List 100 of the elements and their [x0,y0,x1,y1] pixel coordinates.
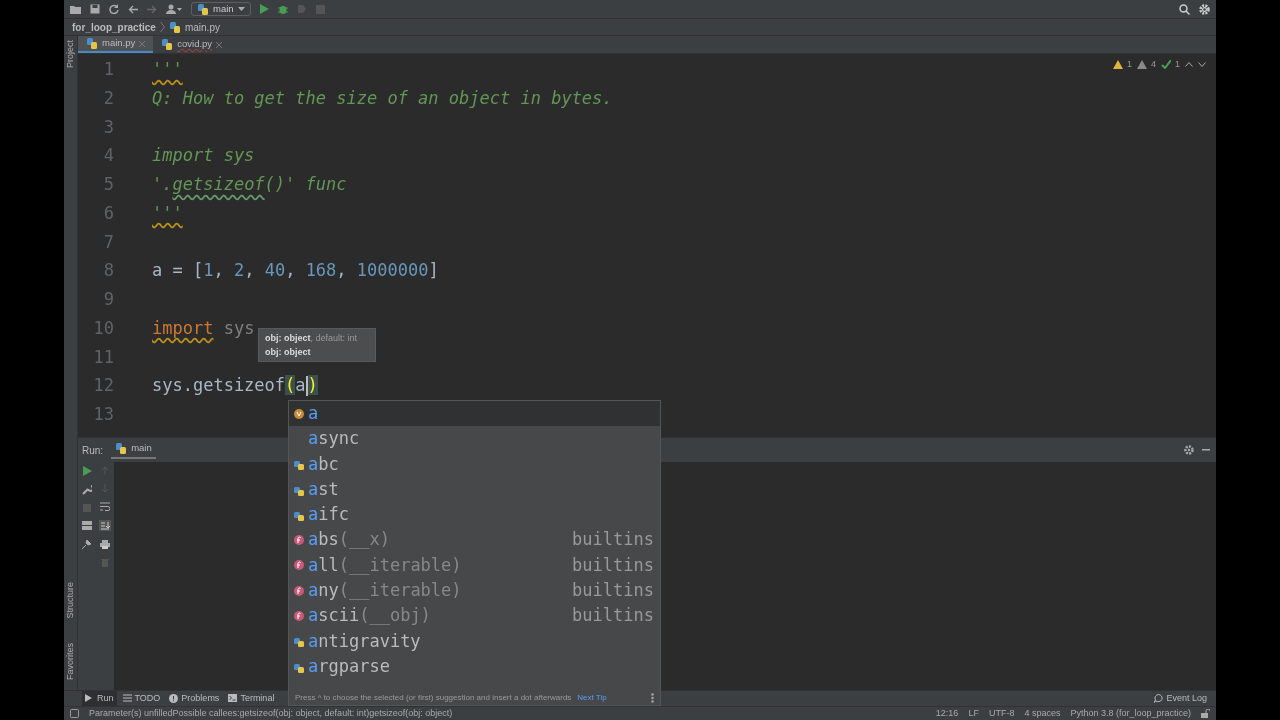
close-icon[interactable] [216,41,223,48]
python-file-icon [168,20,181,34]
folder-icon[interactable] [70,4,81,14]
completion-label: antigravity [308,629,421,653]
settings-icon[interactable] [1184,445,1194,455]
status-item[interactable]: UTF-8 [988,706,1015,720]
completion-item[interactable]: ascii(__obj) builtins [289,603,660,629]
bug-icon[interactable] [277,4,288,14]
line-number: 10 [92,316,115,340]
save-icon[interactable] [90,4,100,14]
inspection-counter[interactable]: 1 [1161,58,1180,72]
completion-label: all(__iterable) [308,553,462,577]
settings-icon[interactable] [1199,3,1210,15]
line-number: 13 [92,403,115,426]
completion-label: async [308,427,360,451]
completion-label: ast [308,477,339,501]
line-number: 2 [102,86,115,110]
back-arrow-icon[interactable] [128,4,138,14]
completion-item[interactable]: abs(__x) builtins [289,527,660,553]
next-tip-link[interactable]: Next Tip [577,692,607,704]
completion-label: any(__iterable) [308,579,462,602]
user-dropdown-icon[interactable] [166,4,182,14]
breadcrumb-item[interactable]: main.py [184,19,220,35]
up-chevron-icon[interactable] [1185,62,1193,68]
file-tab[interactable]: main.py [78,36,154,53]
status-item[interactable]: 4 spaces [1024,706,1061,720]
tool-tab[interactable]: Problems [166,690,223,707]
code-line: import sys [152,317,255,338]
completion-item[interactable]: any(__iterable) builtins [289,578,660,604]
completion-source: builtins [572,553,654,577]
tool-tab[interactable]: TODO [119,690,164,707]
line-number: 1 [102,58,115,81]
function-icon [292,559,306,572]
completion-item[interactable]: ast [289,476,660,503]
variable-icon [292,407,306,420]
print-icon[interactable] [100,540,110,549]
completion-item[interactable]: all(__iterable) builtins [289,552,660,579]
function-icon [292,534,306,547]
run-icon[interactable] [259,4,269,14]
inspection-counter[interactable]: 1 [1112,58,1132,72]
completion-label: ascii(__obj) [308,604,431,628]
package-icon [292,458,306,471]
warning-icon [1136,60,1147,70]
tool-tab[interactable]: Run [82,690,117,707]
completion-source: builtins [572,579,654,602]
exclamation-icon [169,694,179,703]
python-file-icon [161,38,174,51]
file-tab[interactable]: covid.py [153,36,231,53]
tool-window-tab[interactable]: Favorites [63,643,78,680]
completion-source: builtins [572,604,654,628]
code-line: sys.getsizeof(a) [152,375,318,396]
line-number: 4 [102,144,115,168]
run-config-tab[interactable]: main [111,441,156,459]
tool-window-tab[interactable]: Project [63,40,78,68]
panel-toggle-icon[interactable] [70,709,79,718]
list-icon [122,694,132,703]
python-file-icon [86,37,98,50]
more-icon[interactable] [651,693,654,703]
function-icon [292,584,306,597]
tool-tab[interactable]: Terminal [225,690,278,707]
run-config-dropdown[interactable]: main [191,2,251,16]
breadcrumb-item[interactable]: for_loop_practice [72,19,156,35]
layout-icon[interactable] [82,521,92,530]
search-icon[interactable] [1179,3,1190,15]
completion-item[interactable]: a rgparse [289,653,660,680]
status-item[interactable]: Python 3.8 (for_loop_practice) [1070,706,1191,720]
python-icon [197,2,209,16]
scroll-to-end-icon[interactable] [99,520,111,531]
code-line: ''' [152,59,183,79]
play-icon [85,694,94,703]
status-item[interactable]: 12:16 [935,706,959,720]
completion-label: abs(__x) [308,528,390,552]
line-number: 12 [92,374,115,398]
lock-icon[interactable] [1201,709,1210,718]
completion-item[interactable]: a [289,401,660,427]
completion-label: a [308,401,319,425]
completion-item[interactable]: abc [289,451,660,477]
line-number: 3 [102,115,115,139]
run-icon[interactable] [82,466,92,476]
completion-item[interactable]: async [289,426,660,452]
soft-wrap-icon[interactable] [100,502,110,511]
line-number: 11 [92,345,115,369]
line-number: 8 [102,259,115,283]
speech-bubble-icon [1154,694,1164,703]
parameter-hint: obj: object [265,346,312,359]
line-number: 5 [102,173,115,196]
completion-item[interactable]: antigravity [289,628,660,654]
code-line: Q: How to get the size of an object in bytes. [152,87,613,108]
status-item[interactable]: LF [968,706,979,720]
event-log-tab[interactable]: Event Log [1151,690,1210,707]
tool-window-tab[interactable]: Structure [63,582,78,619]
sync-icon[interactable] [109,4,119,14]
pin-icon[interactable] [82,539,92,549]
code-line: a = [1, 2, 40, 168, 1000000] [152,260,439,281]
inspection-counter[interactable]: 4 [1136,58,1156,72]
caret-icon [237,7,245,11]
completion-item[interactable]: aifc [289,502,660,528]
down-chevron-icon[interactable] [1198,62,1206,68]
python-icon [115,442,128,455]
panel-title: Run: [82,443,104,458]
